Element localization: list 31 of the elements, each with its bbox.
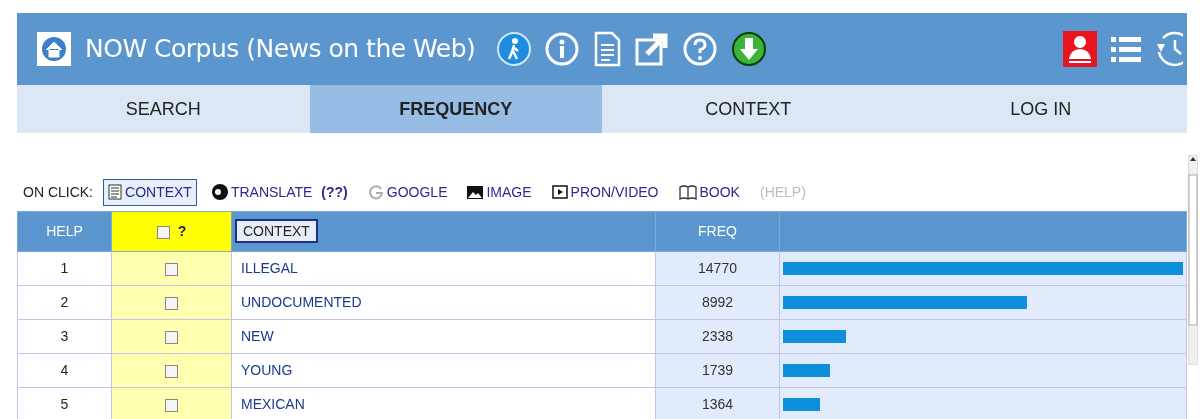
on-click-option[interactable]: GOOGLE xyxy=(362,178,453,206)
column-header: HELP xyxy=(17,211,112,252)
nav-tab[interactable]: CONTEXT xyxy=(602,85,895,133)
column-header: FREQ xyxy=(655,211,780,252)
row-number: 3 xyxy=(17,319,112,354)
on-click-option[interactable]: IMAGE xyxy=(462,178,537,206)
site-title: NOW Corpus (News on the Web) xyxy=(85,33,476,66)
word-link[interactable]: NEW xyxy=(231,319,656,354)
checkbox-help-link[interactable]: ? xyxy=(177,223,187,239)
frequency-cell: 8992 xyxy=(655,285,780,320)
on-click-option[interactable]: PRON/VIDEO xyxy=(546,178,664,206)
word-link[interactable]: YOUNG xyxy=(231,353,656,388)
row-number: 5 xyxy=(17,387,112,419)
frequency-cell: 1364 xyxy=(655,387,780,419)
on-click-option[interactable]: BOOK xyxy=(673,178,745,206)
word-link[interactable]: ILLEGAL xyxy=(231,251,656,286)
on-click-option[interactable]: TRANSLATE (??) xyxy=(206,178,353,206)
word-link[interactable]: UNDOCUMENTED xyxy=(231,285,656,320)
frequency-cell: 1739 xyxy=(655,353,780,388)
on-click-option[interactable]: CONTEXT xyxy=(103,178,197,206)
on-click-label: ON CLICK: xyxy=(23,182,93,202)
row-number: 2 xyxy=(17,285,112,320)
nav-tab[interactable]: FREQUENCY xyxy=(309,85,602,133)
context-sort-button[interactable]: CONTEXT xyxy=(235,219,318,243)
nav-tab[interactable]: SEARCH xyxy=(17,85,310,133)
translate-help-link[interactable]: (??) xyxy=(321,181,348,203)
row-number: 4 xyxy=(17,353,112,388)
row-number: 1 xyxy=(17,251,112,286)
frequency-cell: 2338 xyxy=(655,319,780,354)
frequency-cell: 14770 xyxy=(655,251,780,286)
nav-tab[interactable]: LOG IN xyxy=(894,85,1187,133)
